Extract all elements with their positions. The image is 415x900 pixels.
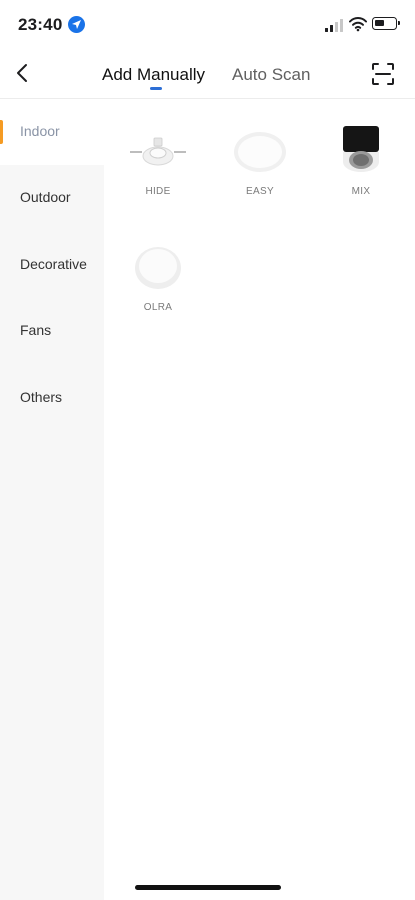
sidebar-item-decorative[interactable]: Decorative <box>0 232 104 298</box>
product-name: OLRA <box>143 302 173 313</box>
product-item-olra[interactable]: OLRA <box>108 240 208 330</box>
home-indicator[interactable] <box>135 885 281 890</box>
product-image <box>232 128 288 179</box>
status-time: 23:40 <box>18 15 63 34</box>
sidebar-item-label: Indoor <box>20 123 60 139</box>
product-image <box>341 124 381 179</box>
product-item-mix[interactable]: MIX <box>311 124 411 214</box>
sidebar-item-indoor[interactable]: Indoor <box>0 99 104 165</box>
sidebar-item-label: Others <box>20 389 63 405</box>
location-icon <box>68 16 85 33</box>
battery-icon <box>372 17 400 30</box>
product-name: HIDE <box>145 186 171 197</box>
sidebar-item-fans[interactable]: Fans <box>0 298 104 364</box>
product-image <box>128 130 188 179</box>
active-category-indicator <box>0 120 3 144</box>
wifi-icon <box>349 16 367 32</box>
category-sidebar: Indoor Outdoor Decorative Fans Others <box>0 99 104 900</box>
active-tab-indicator <box>150 87 162 90</box>
product-name: EASY <box>246 186 274 197</box>
status-bar: 23:40 <box>0 0 415 50</box>
tab-auto-scan[interactable]: Auto Scan <box>232 65 310 85</box>
sidebar-item-others[interactable]: Others <box>0 365 104 431</box>
sidebar-item-label: Outdoor <box>20 189 71 205</box>
product-image <box>134 244 182 295</box>
signal-icon <box>325 18 345 32</box>
chevron-left-icon[interactable] <box>10 60 36 86</box>
sidebar-item-label: Fans <box>20 322 52 338</box>
product-item-hide[interactable]: HIDE <box>108 124 208 214</box>
product-name: MIX <box>351 186 371 197</box>
sidebar-item-label: Decorative <box>20 256 87 272</box>
product-item-easy[interactable]: EASY <box>210 124 310 214</box>
tab-add-manually[interactable]: Add Manually <box>102 65 205 85</box>
sidebar-item-outdoor[interactable]: Outdoor <box>0 165 104 231</box>
nav-bar: Add Manually Auto Scan <box>0 50 415 99</box>
scan-frame-icon[interactable] <box>370 61 396 87</box>
